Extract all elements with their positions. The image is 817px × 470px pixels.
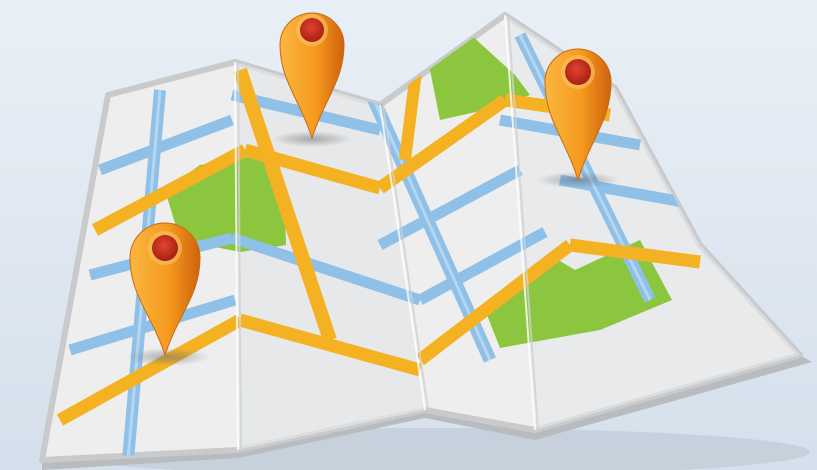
pin-shadow-left	[126, 348, 210, 366]
folded-map-svg	[0, 0, 817, 470]
map-illustration	[0, 0, 817, 470]
